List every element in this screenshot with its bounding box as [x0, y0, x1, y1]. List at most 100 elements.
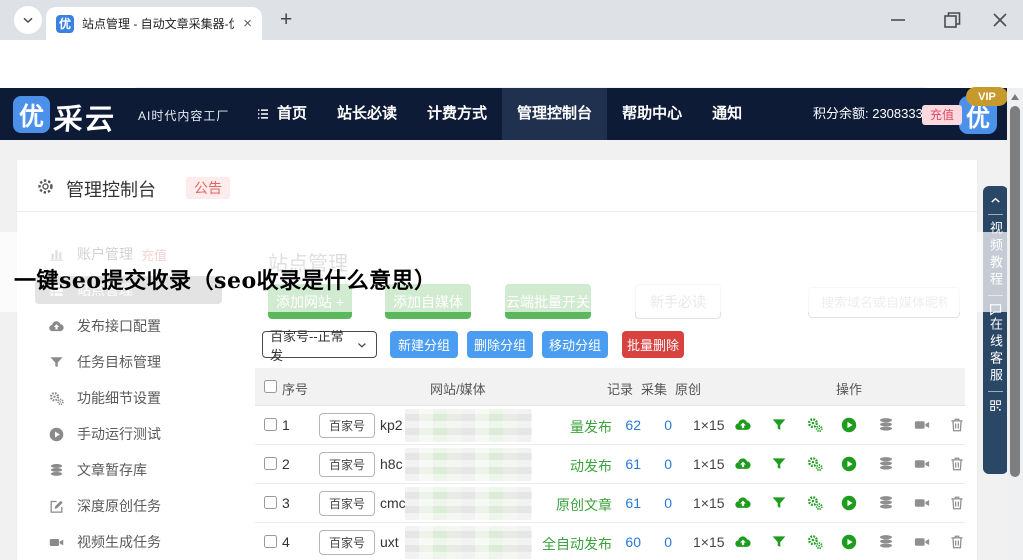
row-checkbox[interactable]	[264, 496, 277, 509]
sidebar-item[interactable]: 视频生成任务	[40, 524, 225, 560]
sidebar-item-label: 发布接口配置	[77, 318, 161, 334]
site-name: cmc	[380, 495, 406, 511]
publish-upload-icon[interactable]	[734, 416, 752, 434]
table-header: 序号 网站/媒体 记录 采集 原创 操作	[255, 368, 965, 406]
task-filter-icon[interactable]	[770, 455, 788, 473]
nav-item[interactable]: 帮助中心	[607, 88, 697, 140]
sidebar-item[interactable]: 文章暂存库	[40, 452, 225, 488]
page-title: 管理控制台	[66, 180, 156, 200]
nav-item[interactable]: 计费方式	[412, 88, 502, 140]
publish-upload-icon[interactable]	[734, 494, 752, 512]
move-group-button[interactable]: 移动分组	[542, 331, 608, 358]
page-scrollbar[interactable]	[1007, 88, 1023, 560]
nav-item[interactable]: 首页	[240, 88, 322, 140]
nav-item[interactable]: 站长必读	[322, 88, 412, 140]
delete-icon[interactable]	[948, 416, 966, 434]
table-row: 4 百家号 uxt 全自动发布 60 0 1×15	[255, 523, 965, 560]
sidebar-item-label: 手动运行测试	[77, 426, 161, 442]
collected-count[interactable]: 0	[652, 417, 672, 433]
sidebar-item[interactable]: 手动运行测试	[40, 416, 225, 452]
delete-group-button[interactable]: 删除分组	[467, 331, 533, 358]
nav-item-label: 计费方式	[427, 105, 488, 122]
sidebar-item[interactable]: 任务目标管理	[40, 344, 225, 380]
recharge-badge[interactable]: 充值	[922, 105, 963, 125]
original-ratio: 1×15	[693, 417, 725, 433]
settings-icon[interactable]	[806, 416, 824, 434]
video-icon[interactable]	[913, 494, 931, 512]
online-service-link[interactable]: 在线客服	[986, 317, 1005, 385]
delete-icon[interactable]	[948, 494, 966, 512]
publish-upload-icon[interactable]	[734, 533, 752, 551]
credits-balance: 积分余额: 2308333	[813, 106, 923, 121]
qr-code-icon[interactable]	[988, 398, 1003, 413]
storage-icon[interactable]	[877, 533, 895, 551]
col-site: 网站/媒体	[430, 382, 486, 397]
settings-icon[interactable]	[806, 494, 824, 512]
delete-icon[interactable]	[948, 533, 966, 551]
table-row: 1 百家号 kp2 量发布 62 0 1×15	[255, 406, 965, 445]
row-checkbox[interactable]	[264, 457, 277, 470]
sidebar-item-label: 文章暂存库	[77, 462, 147, 478]
group-select[interactable]: 百家号--正常发	[262, 329, 377, 363]
browser-window: 优 站点管理 - 自动文章采集器-优采 × + ucaiyun.com/caij…	[0, 0, 1023, 560]
console-gear-icon	[36, 177, 55, 196]
row-checkbox[interactable]	[264, 418, 277, 431]
scroll-top-icon[interactable]	[988, 193, 1003, 208]
col-original: 原创	[675, 382, 702, 397]
scrollbar-thumb[interactable]	[1010, 106, 1020, 477]
select-all-checkbox[interactable]	[264, 380, 277, 393]
collected-count[interactable]: 0	[652, 534, 672, 550]
task-filter-icon[interactable]	[770, 494, 788, 512]
row-checkbox[interactable]	[264, 535, 277, 548]
minimize-button[interactable]	[886, 8, 910, 32]
records-count[interactable]: 61	[601, 456, 641, 472]
storage-icon[interactable]	[877, 494, 895, 512]
collected-count[interactable]: 0	[652, 495, 672, 511]
video-icon[interactable]	[913, 533, 931, 551]
table-row: 3 百家号 cmc 原创文章 61 0 1×15	[255, 484, 965, 523]
records-count[interactable]: 60	[601, 534, 641, 550]
new-tab-button[interactable]: +	[280, 8, 292, 32]
storage-icon[interactable]	[877, 416, 895, 434]
tab-close-icon[interactable]: ×	[243, 16, 252, 31]
run-icon[interactable]	[840, 533, 858, 551]
browser-tab[interactable]: 优 站点管理 - 自动文章采集器-优采 ×	[46, 7, 262, 40]
sidebar-item[interactable]: 深度原创任务	[40, 488, 225, 524]
notice-badge[interactable]: 公告	[186, 177, 230, 199]
sidebar-item[interactable]: 发布接口配置	[40, 308, 225, 344]
run-icon[interactable]	[840, 494, 858, 512]
run-icon[interactable]	[840, 416, 858, 434]
chevron-down-icon	[355, 338, 369, 352]
new-group-button[interactable]: 新建分组	[390, 331, 458, 358]
publish-upload-icon[interactable]	[734, 455, 752, 473]
nav-item[interactable]: 管理控制台	[502, 88, 608, 140]
run-icon[interactable]	[840, 455, 858, 473]
table-row: 2 百家号 h8c 动发布 61 0 1×15	[255, 445, 965, 484]
batch-delete-button[interactable]: 批量删除	[622, 331, 684, 358]
menu-icon	[255, 106, 271, 122]
settings-icon[interactable]	[806, 455, 824, 473]
storage-icon[interactable]	[877, 455, 895, 473]
site-name: h8c	[380, 456, 403, 472]
task-filter-icon[interactable]	[770, 416, 788, 434]
close-button[interactable]	[988, 8, 1012, 32]
nav-item[interactable]: 通知	[697, 88, 757, 140]
settings-icon[interactable]	[806, 533, 824, 551]
collected-count[interactable]: 0	[652, 456, 672, 472]
records-count[interactable]: 61	[601, 495, 641, 511]
records-count[interactable]: 62	[601, 417, 641, 433]
tab-search-button[interactable]	[14, 6, 42, 34]
video-icon[interactable]	[913, 416, 931, 434]
scrollbar-up-arrow[interactable]	[1011, 94, 1019, 100]
divider	[988, 391, 1003, 392]
video-icon[interactable]	[913, 455, 931, 473]
publish-mode-label: 全自动发布	[542, 536, 612, 552]
logo-icon[interactable]: 优	[13, 96, 50, 133]
delete-icon[interactable]	[948, 455, 966, 473]
row-index: 4	[282, 534, 290, 550]
original-ratio: 1×15	[693, 495, 725, 511]
logo-text: 采云	[52, 104, 118, 136]
task-filter-icon[interactable]	[770, 533, 788, 551]
restore-button[interactable]	[940, 8, 964, 32]
sidebar-item[interactable]: 功能细节设置	[40, 380, 225, 416]
